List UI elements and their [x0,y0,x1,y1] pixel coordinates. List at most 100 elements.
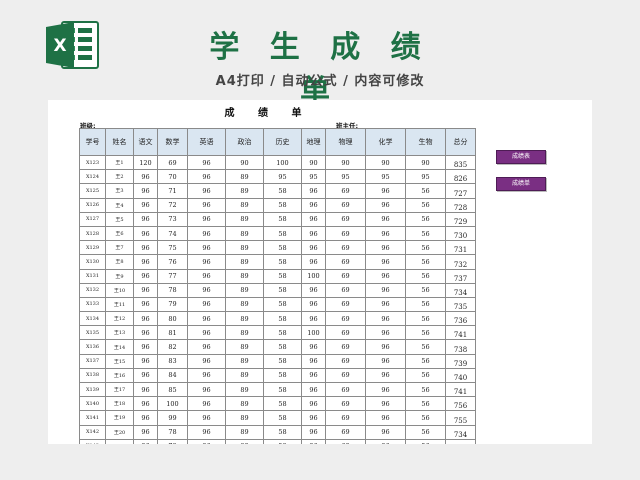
politics-cell[interactable]: 89 [225,396,264,412]
chemistry-cell[interactable]: 96 [365,353,406,369]
biology-cell[interactable]: 56 [405,197,446,213]
student-id-cell[interactable]: X125 [79,183,106,199]
history-cell[interactable]: 58 [263,296,302,313]
col-header-chinese[interactable]: 语文 [133,128,158,156]
total-cell[interactable]: 731 [445,240,476,256]
report-sheet-button[interactable]: 成绩单 [496,177,546,191]
physics-cell[interactable]: 90 [325,154,366,171]
student-name-cell[interactable]: 王21 [105,438,134,444]
math-cell[interactable]: 74 [157,225,188,242]
math-cell[interactable]: 85 [157,381,188,398]
geography-cell[interactable]: 96 [301,367,326,384]
geography-cell[interactable]: 96 [301,296,326,313]
biology-cell[interactable]: 56 [405,311,446,327]
student-name-cell[interactable]: 王1 [105,154,134,171]
student-name-cell[interactable]: 王14 [105,339,134,355]
history-cell[interactable]: 95 [263,169,302,185]
chemistry-cell[interactable]: 96 [365,396,406,412]
physics-cell[interactable]: 69 [325,282,366,298]
geography-cell[interactable]: 96 [301,211,326,227]
english-cell[interactable]: 96 [187,339,226,355]
physics-cell[interactable]: 69 [325,367,366,384]
english-cell[interactable]: 96 [187,211,226,227]
math-cell[interactable]: 73 [157,211,188,227]
biology-cell[interactable]: 56 [405,296,446,313]
total-cell[interactable]: 735 [445,296,476,313]
math-cell[interactable]: 78 [157,424,188,440]
biology-cell[interactable]: 56 [405,396,446,412]
chinese-cell[interactable]: 96 [133,325,158,341]
politics-cell[interactable]: 89 [225,311,264,327]
math-cell[interactable]: 75 [157,240,188,256]
chinese-cell[interactable]: 96 [133,268,158,284]
biology-cell[interactable]: 56 [405,268,446,284]
student-id-cell[interactable]: X134 [79,311,106,327]
history-cell[interactable]: 58 [263,367,302,384]
total-cell[interactable]: 734 [445,438,476,444]
english-cell[interactable]: 96 [187,424,226,440]
geography-cell[interactable]: 96 [301,438,326,444]
english-cell[interactable]: 96 [187,396,226,412]
history-cell[interactable]: 58 [263,197,302,213]
student-name-cell[interactable]: 王8 [105,254,134,270]
student-name-cell[interactable]: 王20 [105,424,134,440]
physics-cell[interactable]: 69 [325,339,366,355]
history-cell[interactable]: 58 [263,254,302,270]
chemistry-cell[interactable]: 96 [365,367,406,384]
physics-cell[interactable]: 95 [325,169,366,185]
chinese-cell[interactable]: 120 [133,154,158,171]
total-cell[interactable]: 734 [445,282,476,298]
physics-cell[interactable]: 69 [325,183,366,199]
chinese-cell[interactable]: 96 [133,367,158,384]
english-cell[interactable]: 96 [187,325,226,341]
politics-cell[interactable]: 89 [225,424,264,440]
geography-cell[interactable]: 96 [301,311,326,327]
physics-cell[interactable]: 69 [325,296,366,313]
student-id-cell[interactable]: X135 [79,325,106,341]
student-id-cell[interactable]: X141 [79,410,106,426]
chinese-cell[interactable]: 96 [133,339,158,355]
geography-cell[interactable]: 96 [301,339,326,355]
english-cell[interactable]: 96 [187,311,226,327]
chinese-cell[interactable]: 96 [133,240,158,256]
total-cell[interactable]: 738 [445,339,476,355]
geography-cell[interactable]: 96 [301,183,326,199]
biology-cell[interactable]: 95 [405,169,446,185]
student-id-cell[interactable]: X142 [79,424,106,440]
chemistry-cell[interactable]: 96 [365,240,406,256]
history-cell[interactable]: 58 [263,225,302,242]
student-id-cell[interactable]: X126 [79,197,106,213]
student-id-cell[interactable]: X131 [79,268,106,284]
student-name-cell[interactable]: 王18 [105,396,134,412]
student-name-cell[interactable]: 王6 [105,225,134,242]
student-id-cell[interactable]: X138 [79,367,106,384]
physics-cell[interactable]: 69 [325,225,366,242]
chemistry-cell[interactable]: 96 [365,225,406,242]
geography-cell[interactable]: 96 [301,197,326,213]
student-id-cell[interactable]: X143 [79,438,106,444]
math-cell[interactable]: 81 [157,325,188,341]
geography-cell[interactable]: 96 [301,225,326,242]
politics-cell[interactable]: 89 [225,211,264,227]
total-cell[interactable]: 736 [445,311,476,327]
physics-cell[interactable]: 69 [325,381,366,398]
math-cell[interactable]: 80 [157,311,188,327]
english-cell[interactable]: 96 [187,169,226,185]
math-cell[interactable]: 77 [157,268,188,284]
chinese-cell[interactable]: 96 [133,197,158,213]
col-header-history[interactable]: 历史 [263,128,302,156]
physics-cell[interactable]: 69 [325,438,366,444]
student-id-cell[interactable]: X137 [79,353,106,369]
student-name-cell[interactable]: 王10 [105,282,134,298]
english-cell[interactable]: 96 [187,197,226,213]
col-header-chemistry[interactable]: 化学 [365,128,406,156]
student-id-cell[interactable]: X133 [79,296,106,313]
total-cell[interactable]: 755 [445,410,476,426]
english-cell[interactable]: 96 [187,240,226,256]
total-cell[interactable]: 734 [445,424,476,440]
col-header-english[interactable]: 英语 [187,128,226,156]
biology-cell[interactable]: 56 [405,240,446,256]
physics-cell[interactable]: 69 [325,424,366,440]
geography-cell[interactable]: 96 [301,353,326,369]
geography-cell[interactable]: 100 [301,325,326,341]
